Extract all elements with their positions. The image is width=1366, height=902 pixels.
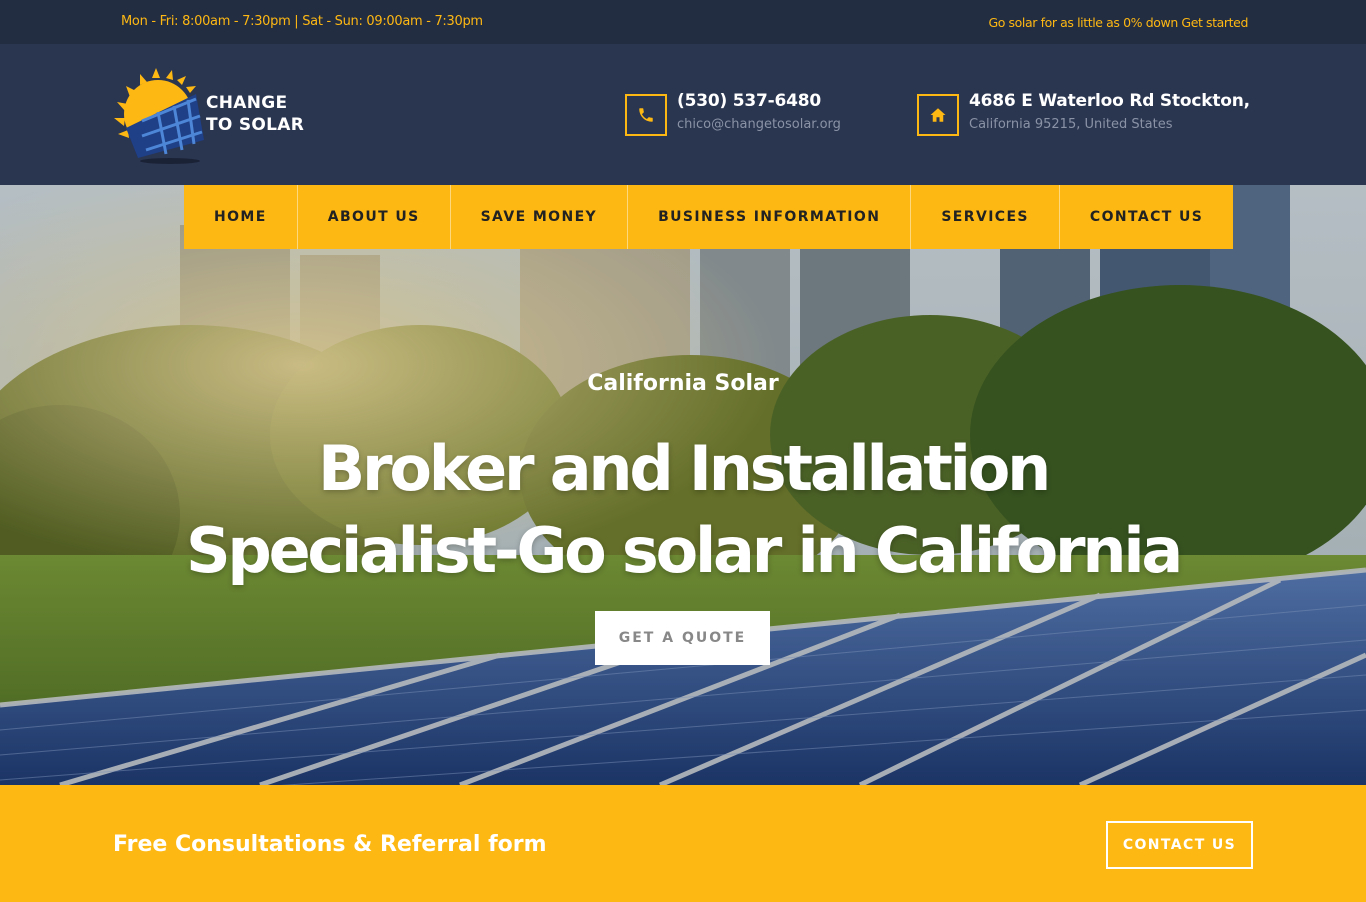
nav-business-information[interactable]: BUSINESS INFORMATION [628, 185, 912, 249]
brand-line-1: CHANGE [206, 93, 288, 113]
hero-title: Broker and Installation Specialist-Go so… [0, 428, 1366, 592]
phone-icon [639, 108, 653, 122]
hero-kicker: California Solar [587, 371, 779, 396]
cta-text: Free Consultations & Referral form [113, 832, 547, 857]
cta-contact-us-button[interactable]: CONTACT US [1106, 821, 1253, 869]
cta-strip: Free Consultations & Referral form CONTA… [0, 785, 1366, 902]
phone-contact: (530) 537-6480 chico@changetosolar.org [625, 91, 885, 137]
brand-name: CHANGE TO SOLAR [206, 92, 304, 136]
nav-about-us[interactable]: ABOUT US [298, 185, 451, 249]
hero-title-line-2: Specialist-Go solar in California [185, 514, 1183, 587]
nav-contact-us[interactable]: CONTACT US [1060, 185, 1233, 249]
address-line-2: California 95215, United States [969, 117, 1173, 132]
home-icon [930, 108, 946, 122]
nav-save-money[interactable]: SAVE MONEY [451, 185, 629, 249]
site-logo[interactable]: CHANGE TO SOLAR [112, 66, 322, 166]
get-a-quote-button[interactable]: GET A QUOTE [595, 611, 770, 665]
phone-icon-box [625, 94, 667, 136]
email-address[interactable]: chico@changetosolar.org [677, 117, 841, 132]
main-nav: HOME ABOUT US SAVE MONEY BUSINESS INFORM… [184, 185, 1234, 249]
top-bar: Mon - Fri: 8:00am - 7:30pm | Sat - Sun: … [0, 0, 1366, 44]
phone-number[interactable]: (530) 537-6480 [677, 91, 821, 111]
address-line-1: 4686 E Waterloo Rd Stockton, [969, 91, 1250, 111]
sun-solar-panel-logo-icon [114, 68, 204, 164]
home-icon-box [917, 94, 959, 136]
nav-home[interactable]: HOME [184, 185, 298, 249]
promo-link[interactable]: Go solar for as little as 0% down Get st… [988, 15, 1248, 30]
hero-title-line-1: Broker and Installation [317, 432, 1051, 505]
business-hours: Mon - Fri: 8:00am - 7:30pm | Sat - Sun: … [121, 14, 483, 29]
address-contact: 4686 E Waterloo Rd Stockton, California … [917, 91, 1257, 137]
site-header: CHANGE TO SOLAR (530) 537-6480 chico@cha… [0, 44, 1366, 185]
brand-line-2: TO SOLAR [206, 115, 305, 135]
nav-services[interactable]: SERVICES [911, 185, 1060, 249]
